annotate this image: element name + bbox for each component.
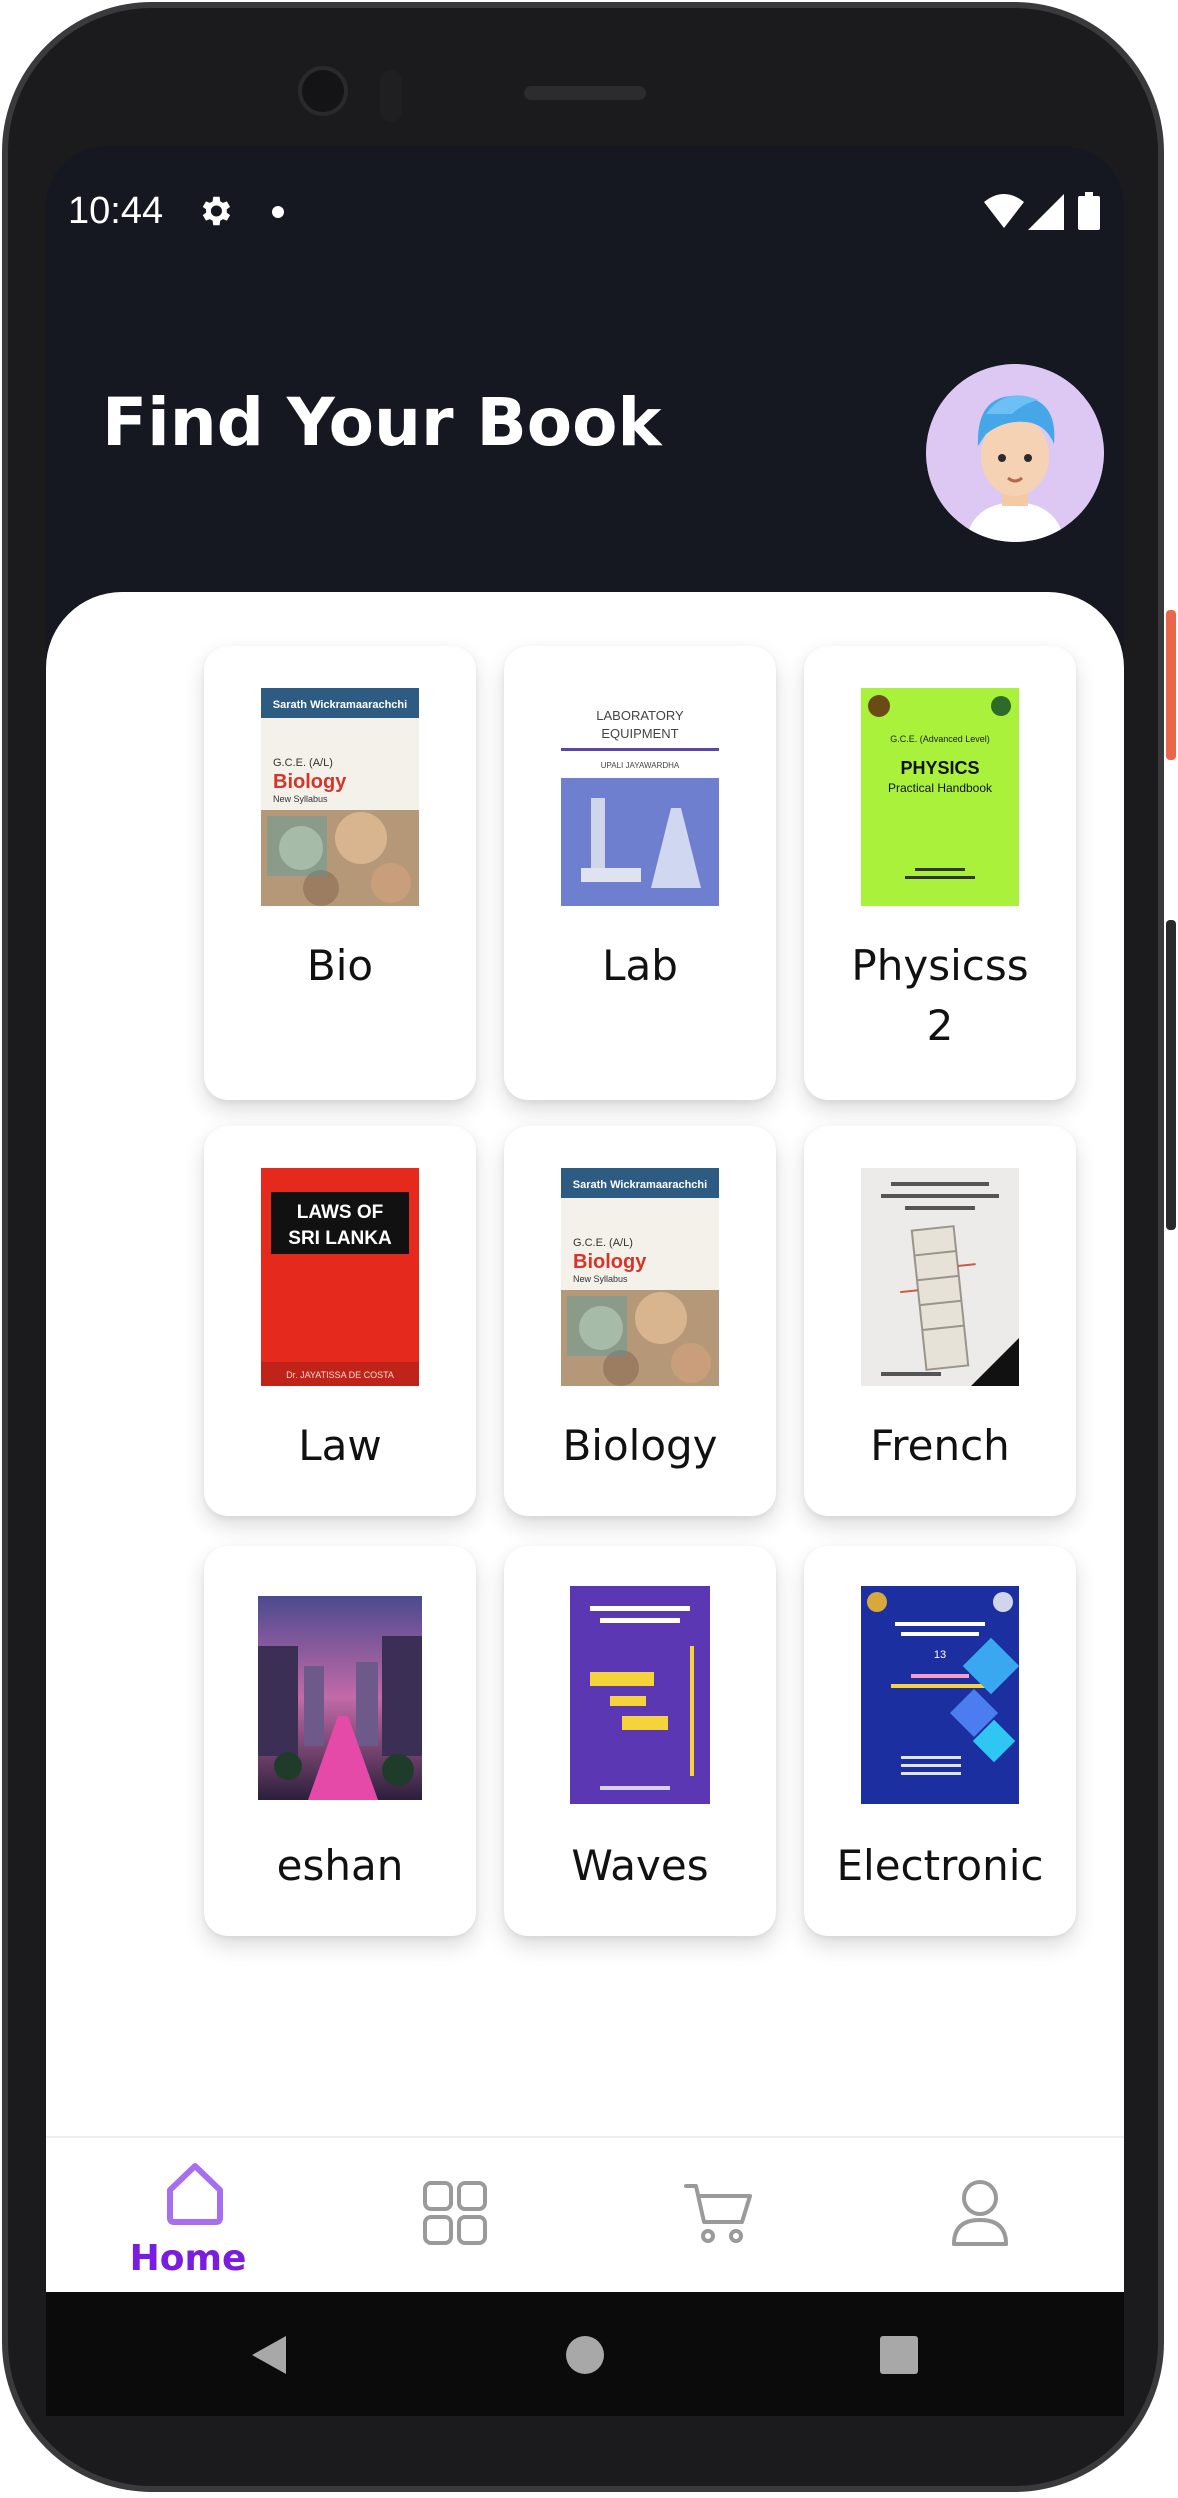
book-card[interactable]: Sarath Wickramaarachchi G.C.E. (A/L) Bio…	[204, 646, 476, 1100]
book-title: French	[870, 1421, 1010, 1470]
svg-text:New Syllabus: New Syllabus	[573, 1274, 628, 1284]
back-icon[interactable]	[248, 2334, 290, 2376]
biology-book-cover-icon: Sarath Wickramaarachchi G.C.E. (A/L) Bio…	[261, 688, 419, 906]
nav-profile[interactable]	[882, 2138, 1082, 2294]
nav-home-label: Home	[129, 2238, 247, 2279]
book-title: Waves	[571, 1841, 709, 1890]
book-card[interactable]: French	[804, 1126, 1076, 1516]
nav-categories[interactable]	[354, 2138, 554, 2294]
settings-gear-icon	[202, 196, 231, 226]
city-street-photo-icon	[258, 1596, 422, 1800]
leaning-tower-book-cover-icon	[861, 1168, 1019, 1386]
avatar-illustration-icon	[926, 364, 1104, 542]
volume-button	[1166, 920, 1176, 1230]
svg-text:Practical Handbook: Practical Handbook	[888, 781, 993, 795]
cart-icon	[684, 2184, 752, 2243]
phone-device: 10:44 Find Your Book Sarath Wickramaarac…	[0, 0, 1178, 2498]
grid-icon	[423, 2181, 487, 2245]
svg-text:Dr. JAYATISSA DE COSTA: Dr. JAYATISSA DE COSTA	[286, 1370, 394, 1380]
earpiece-speaker	[524, 86, 646, 100]
svg-text:Sarath Wickramaarachchi: Sarath Wickramaarachchi	[273, 699, 407, 711]
front-camera-icon	[298, 66, 348, 116]
svg-text:LABORATORY: LABORATORY	[596, 708, 684, 723]
home-icon	[167, 2163, 223, 2225]
biology-book-cover-icon: Sarath Wickramaarachchi G.C.E. (A/L) Bio…	[561, 1168, 719, 1386]
svg-text:G.C.E. (A/L): G.C.E. (A/L)	[273, 757, 333, 769]
book-card[interactable]: G.C.E. (Advanced Level) PHYSICS Practica…	[804, 646, 1076, 1100]
svg-text:13: 13	[934, 1649, 946, 1661]
notification-dot-icon	[272, 206, 284, 218]
waves-book-cover-icon	[570, 1586, 710, 1804]
svg-text:SRI LANKA: SRI LANKA	[288, 1228, 392, 1249]
power-button	[1166, 610, 1176, 760]
book-title: eshan	[276, 1841, 404, 1890]
wifi-icon	[984, 194, 1024, 228]
page-title: Find Your Book	[102, 384, 662, 461]
cell-signal-icon	[1028, 194, 1064, 230]
svg-text:G.C.E. (Advanced Level): G.C.E. (Advanced Level)	[890, 734, 990, 744]
system-navigation-bar	[46, 2292, 1124, 2416]
sensor-icon	[380, 70, 402, 122]
book-card[interactable]: LABORATORY EQUIPMENT UPALI JAYAWARDHA La…	[504, 646, 776, 1100]
app-screen: 10:44 Find Your Book Sarath Wickramaarac…	[46, 146, 1124, 2416]
svg-text:LAWS OF: LAWS OF	[297, 1202, 384, 1223]
svg-text:EQUIPMENT: EQUIPMENT	[601, 726, 678, 741]
book-card[interactable]: LAWS OF SRI LANKA Dr. JAYATISSA DE COSTA…	[204, 1126, 476, 1516]
user-avatar[interactable]	[926, 364, 1104, 542]
svg-text:New Syllabus: New Syllabus	[273, 794, 328, 804]
book-card[interactable]: Sarath Wickramaarachchi G.C.E. (A/L) Bio…	[504, 1126, 776, 1516]
laws-of-sri-lanka-cover-icon: LAWS OF SRI LANKA Dr. JAYATISSA DE COSTA	[261, 1168, 419, 1386]
bottom-navigation: Home	[46, 2136, 1124, 2294]
svg-text:PHYSICS: PHYSICS	[900, 758, 979, 778]
book-grid: Sarath Wickramaarachchi G.C.E. (A/L) Bio…	[130, 646, 1076, 1986]
nav-cart[interactable]	[618, 2138, 818, 2294]
svg-text:Sarath Wickramaarachchi: Sarath Wickramaarachchi	[573, 1179, 707, 1191]
book-title: Electronic	[836, 1841, 1044, 1890]
book-title: Law	[298, 1421, 382, 1470]
home-button-icon[interactable]	[564, 2334, 606, 2376]
battery-icon	[1078, 192, 1100, 230]
lab-equipment-book-cover-icon: LABORATORY EQUIPMENT UPALI JAYAWARDHA	[561, 688, 719, 906]
content-panel: Sarath Wickramaarachchi G.C.E. (A/L) Bio…	[46, 592, 1124, 2282]
status-time: 10:44	[68, 190, 164, 232]
nav-home[interactable]: Home	[88, 2138, 288, 2294]
svg-text:UPALI JAYAWARDHA: UPALI JAYAWARDHA	[601, 761, 680, 770]
book-title: Lab	[602, 941, 678, 990]
book-card[interactable]: Waves	[504, 1546, 776, 1936]
physics-handbook-cover-icon: G.C.E. (Advanced Level) PHYSICS Practica…	[861, 688, 1019, 906]
book-card[interactable]: eshan	[204, 1546, 476, 1936]
book-title: Physicss 2	[851, 941, 1029, 1050]
electronics-book-cover-icon: 13	[861, 1586, 1019, 1804]
book-title: Bio	[306, 941, 374, 990]
svg-text:G.C.E. (A/L): G.C.E. (A/L)	[573, 1237, 633, 1249]
book-title: Biology	[562, 1421, 718, 1470]
book-card[interactable]: 13 Electronic	[804, 1546, 1076, 1936]
user-icon	[952, 2180, 1008, 2246]
svg-text:Biology: Biology	[273, 771, 347, 793]
svg-text:Biology: Biology	[573, 1251, 647, 1273]
recents-icon[interactable]	[878, 2334, 920, 2376]
